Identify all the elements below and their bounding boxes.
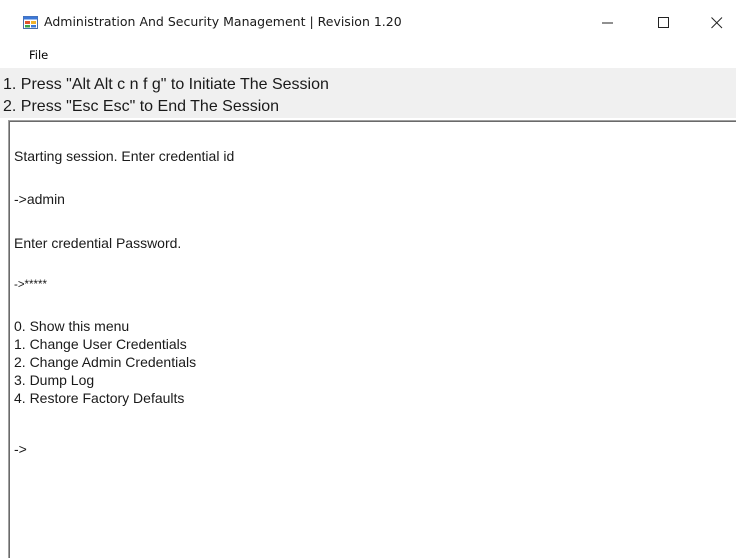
instruction-end: 2. Press "Esc Esc" to End The Session: [3, 98, 280, 115]
maximize-icon: [658, 17, 669, 28]
menu-option-0: 0. Show this menu: [14, 318, 130, 334]
instruction-initiate: 1. Press "Alt Alt c n f g" to Initiate T…: [3, 76, 329, 93]
minimize-icon: [602, 22, 613, 24]
close-button[interactable]: [694, 8, 736, 38]
menu-option-3: 3. Dump Log: [14, 372, 95, 388]
menu-option-1: 1. Change User Credentials: [14, 336, 187, 352]
instructions-panel: 1. Press "Alt Alt c n f g" to Initiate T…: [0, 68, 736, 118]
menu-option-4: 4. Restore Factory Defaults: [14, 390, 185, 406]
console-line-password-masked: ->*****: [14, 279, 47, 291]
maximize-button[interactable]: [641, 8, 687, 38]
console-line-password-prompt: Enter credential Password.: [14, 235, 182, 251]
title-bar: Administration And Security Management |…: [0, 0, 736, 44]
menu-option-2: 2. Change Admin Credentials: [14, 354, 197, 370]
console-output[interactable]: Starting session. Enter credential id ->…: [8, 120, 736, 558]
console-line-credential-id: ->admin: [14, 191, 65, 207]
menu-file[interactable]: File: [25, 48, 52, 62]
close-icon: [711, 17, 723, 29]
menu-bar: File: [0, 44, 736, 66]
minimize-button[interactable]: [585, 8, 631, 38]
console-line-session-start: Starting session. Enter credential id: [14, 148, 235, 164]
console-prompt[interactable]: ->: [14, 441, 27, 457]
app-window-icon: [23, 16, 38, 29]
window-title: Administration And Security Management |…: [44, 14, 402, 29]
